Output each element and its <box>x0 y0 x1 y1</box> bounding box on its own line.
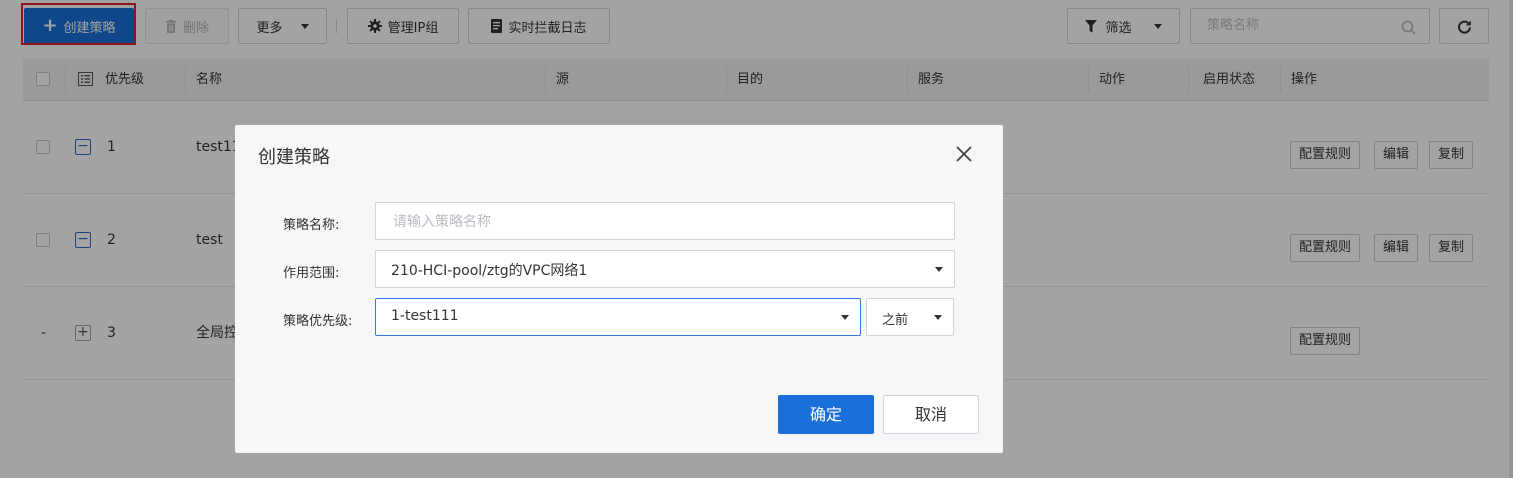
policy-name-field[interactable] <box>375 202 955 240</box>
confirm-button[interactable]: 确定 <box>778 395 874 434</box>
priority-label: 策略优先级: <box>283 314 353 329</box>
page: + 创建策略 删除 更多 管理IP组 实时拦截日志 筛选 策略名称 优先级 名称… <box>0 0 1513 478</box>
chevron-down-icon <box>934 315 942 320</box>
scope-value: 210-HCI-pool/ztg的VPC网络1 <box>391 263 588 279</box>
priority-select[interactable]: 1-test111 <box>375 298 861 336</box>
position-value: 之前 <box>882 313 909 328</box>
close-icon[interactable] <box>953 143 975 165</box>
position-select[interactable]: 之前 <box>866 298 954 336</box>
policy-name-label: 策略名称: <box>283 218 340 233</box>
priority-value: 1-test111 <box>391 308 459 324</box>
chevron-down-icon <box>935 267 943 272</box>
cancel-button[interactable]: 取消 <box>883 395 979 434</box>
create-policy-dialog: 创建策略 策略名称: 作用范围: 210-HCI-pool/ztg的VPC网络1… <box>235 125 1003 453</box>
policy-name-input[interactable] <box>391 213 895 231</box>
dialog-title: 创建策略 <box>258 147 330 168</box>
scope-select[interactable]: 210-HCI-pool/ztg的VPC网络1 <box>375 250 955 288</box>
chevron-down-icon <box>841 315 849 320</box>
scope-label: 作用范围: <box>283 266 340 281</box>
